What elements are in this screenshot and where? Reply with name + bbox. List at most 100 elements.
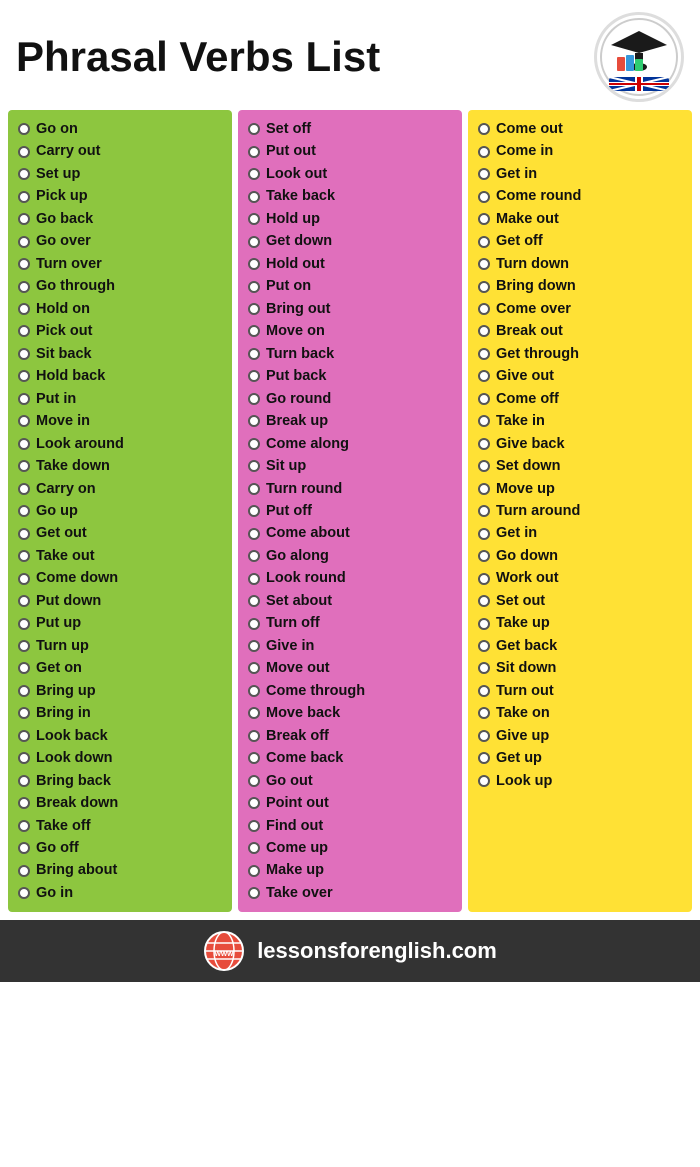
list-item: Give out [478,365,686,387]
bullet-icon [478,370,490,382]
bullet-icon [248,707,260,719]
bullet-icon [18,325,30,337]
bullet-icon [18,640,30,652]
phrasal-verb-label: Take out [36,545,95,567]
phrasal-verb-label: Set about [266,590,332,612]
phrasal-verb-label: Move out [266,657,330,679]
phrasal-verb-label: Hold back [36,365,105,387]
list-item: Take up [478,612,686,634]
phrasal-verb-label: Put in [36,388,76,410]
list-item: Break down [18,792,226,814]
phrasal-verb-label: Come through [266,680,365,702]
list-item: Go in [18,882,226,904]
list-item: Turn off [248,612,456,634]
phrasal-verb-label: Give back [496,433,565,455]
phrasal-verb-label: Hold out [266,253,325,275]
columns-wrapper: Go onCarry outSet upPick upGo backGo ove… [0,110,700,920]
phrasal-verb-label: Go back [36,208,93,230]
svg-text:www: www [214,949,234,958]
phrasal-verb-label: Sit back [36,343,92,365]
list-item: Take on [478,702,686,724]
list-item: Take out [18,545,226,567]
phrasal-verb-label: Carry on [36,478,96,500]
list-item: Take down [18,455,226,477]
bullet-icon [18,168,30,180]
list-item: Point out [248,792,456,814]
phrasal-verb-label: Get down [266,230,332,252]
phrasal-verb-label: Sit up [266,455,306,477]
list-item: Work out [478,567,686,589]
phrasal-verb-label: Take in [496,410,545,432]
list-item: Go down [478,545,686,567]
phrasal-verb-label: Turn round [266,478,342,500]
bullet-icon [18,258,30,270]
list-item: Hold out [248,253,456,275]
phrasal-verb-label: Bring out [266,298,330,320]
phrasal-verb-label: Bring down [496,275,576,297]
list-item: Go through [18,275,226,297]
list-item: Bring down [478,275,686,297]
list-item: Sit up [248,455,456,477]
list-item: Take in [478,410,686,432]
bullet-icon [248,820,260,832]
bullet-icon [18,752,30,764]
phrasal-verb-label: Come about [266,522,350,544]
bullet-icon [248,393,260,405]
list-item: Put on [248,275,456,297]
list-item: Get in [478,522,686,544]
phrasal-verb-label: Put back [266,365,326,387]
list-item: Come round [478,185,686,207]
list-item: Move in [18,410,226,432]
phrasal-verb-label: Go along [266,545,329,567]
phrasal-verb-label: Come round [496,185,581,207]
phrasal-verb-label: Take back [266,185,335,207]
phrasal-verb-label: Look down [36,747,113,769]
list-item: Set up [18,163,226,185]
list-item: Get on [18,657,226,679]
list-item: Come through [248,680,456,702]
list-item: Go along [248,545,456,567]
list-item: Move on [248,320,456,342]
list-item: Move up [478,478,686,500]
phrasal-verb-label: Put on [266,275,311,297]
phrasal-verb-label: Bring about [36,859,117,881]
bullet-icon [18,505,30,517]
phrasal-verb-label: Turn off [266,612,320,634]
phrasal-verb-label: Go over [36,230,91,252]
bullet-icon [18,573,30,585]
phrasal-verb-label: Break down [36,792,118,814]
phrasal-verb-label: Put off [266,500,312,522]
bullet-icon [248,775,260,787]
list-item: Look down [18,747,226,769]
bullet-icon [18,483,30,495]
list-item: Break up [248,410,456,432]
bullet-icon [248,348,260,360]
bullet-icon [18,865,30,877]
bullet-icon [478,707,490,719]
bullet-icon [18,393,30,405]
bullet-icon [18,415,30,427]
phrasal-verb-label: Find out [266,815,323,837]
bullet-icon [248,573,260,585]
list-item: Bring back [18,770,226,792]
list-item: Go off [18,837,226,859]
list-item: Look back [18,725,226,747]
bullet-icon [248,438,260,450]
phrasal-verb-label: Look back [36,725,108,747]
bullet-icon [478,236,490,248]
bullet-icon [248,730,260,742]
list-item: Break out [478,320,686,342]
list-item: Take off [18,815,226,837]
phrasal-verb-label: Set up [36,163,80,185]
list-item: Pick out [18,320,226,342]
phrasal-verb-label: Go off [36,837,79,859]
list-item: Come about [248,522,456,544]
list-item: Pick up [18,185,226,207]
phrasal-verb-label: Turn around [496,500,580,522]
bullet-icon [18,685,30,697]
phrasal-verb-label: Turn up [36,635,89,657]
bullet-icon [18,842,30,854]
list-item: Put back [248,365,456,387]
bullet-icon [478,550,490,562]
list-item: Bring out [248,298,456,320]
